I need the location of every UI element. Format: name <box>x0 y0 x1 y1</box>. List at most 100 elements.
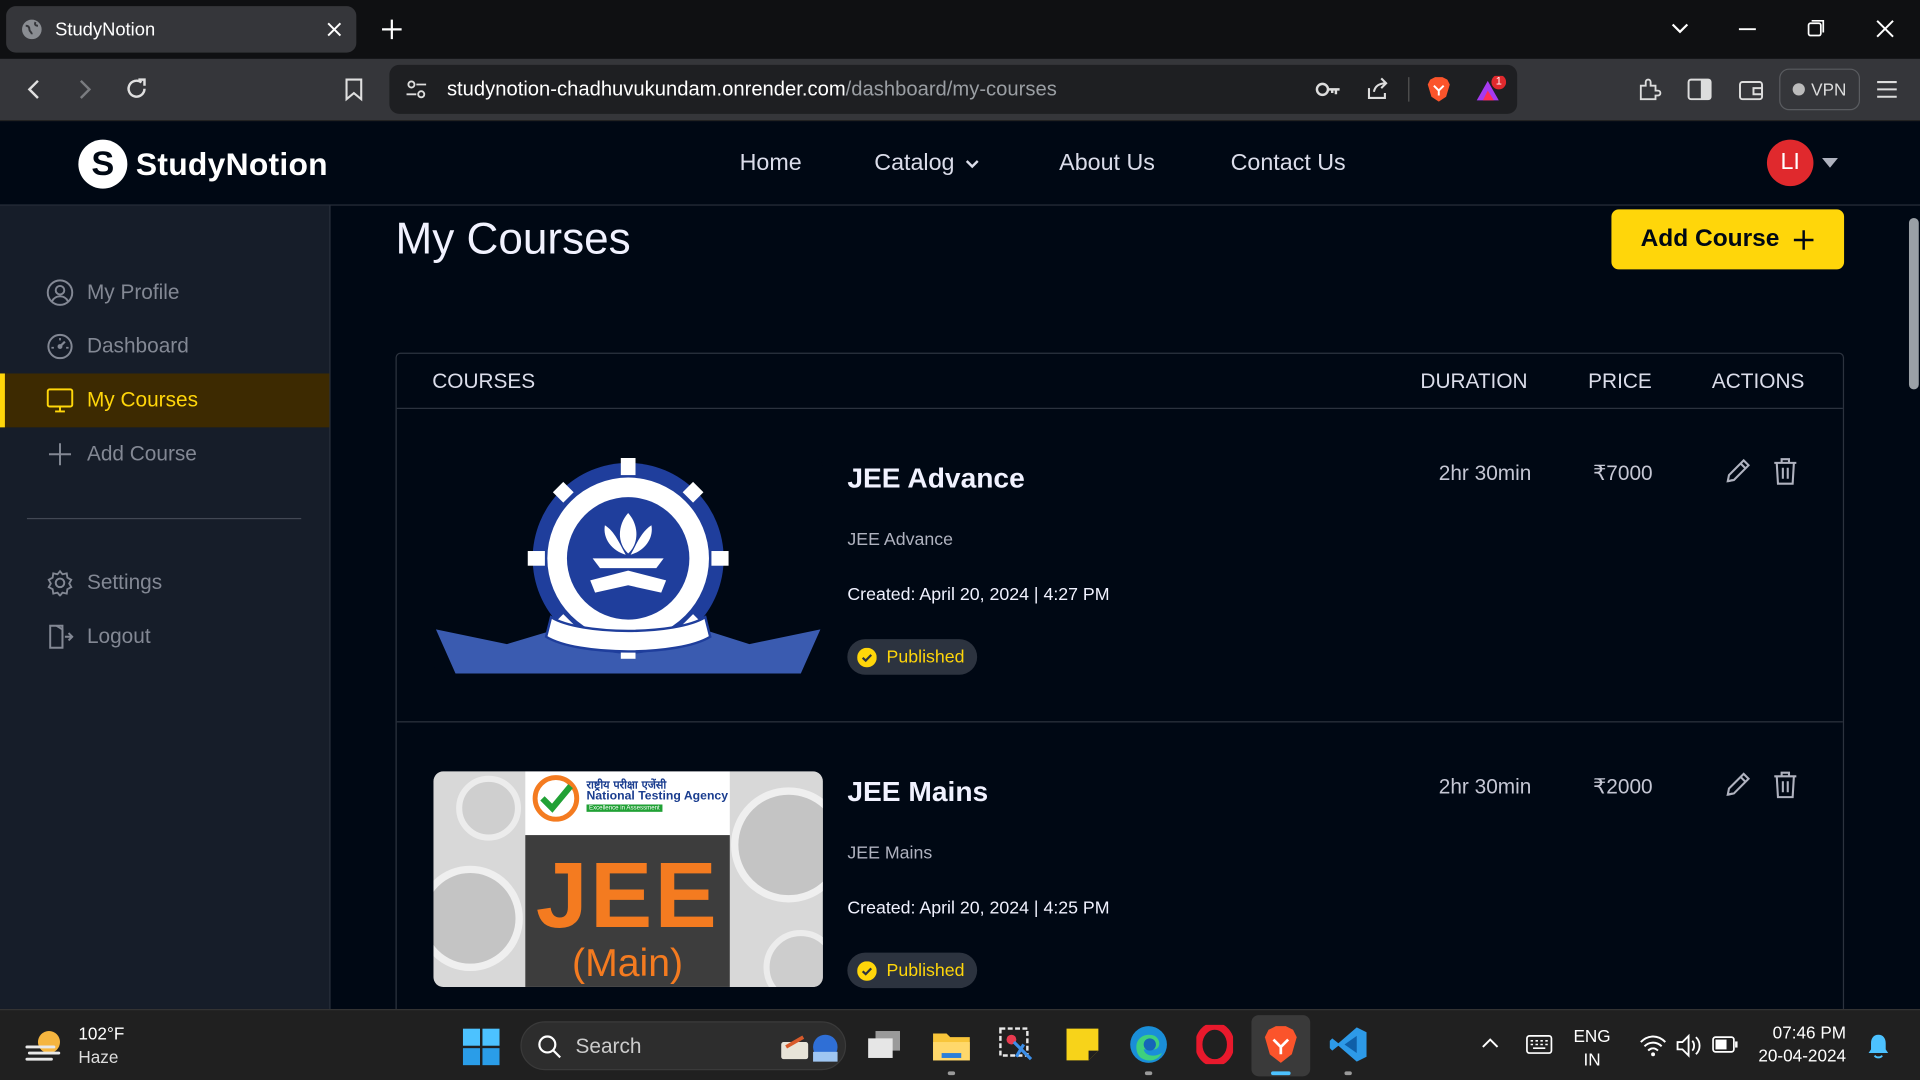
sidebar-item-add-course[interactable]: Add Course <box>0 427 329 481</box>
course-name[interactable]: JEE Advance <box>847 462 1024 495</box>
course-description: JEE Advance <box>847 530 953 550</box>
snipping-tool-icon[interactable] <box>997 1025 1036 1064</box>
close-window-icon[interactable] <box>1876 20 1894 38</box>
sidebar-item-settings[interactable]: Settings <box>0 556 329 610</box>
logout-icon <box>47 623 74 650</box>
chevron-up-icon[interactable] <box>1482 1037 1499 1049</box>
course-description: JEE Mains <box>847 843 933 864</box>
notification-bell-icon[interactable] <box>1866 1032 1890 1059</box>
sidebar-item-my-profile[interactable]: My Profile <box>0 266 329 320</box>
brave-browser-icon <box>1264 1025 1298 1064</box>
brave-rewards-icon[interactable]: 1 <box>1474 74 1507 105</box>
brave-shields-icon[interactable] <box>1427 76 1451 103</box>
clock[interactable]: 07:46 PM 20-04-2024 <box>1758 1021 1846 1068</box>
windows-start-icon[interactable] <box>462 1028 500 1066</box>
vscode-icon[interactable] <box>1329 1025 1368 1064</box>
sidebar-toggle-icon[interactable] <box>1687 78 1712 101</box>
forward-icon[interactable] <box>75 78 95 100</box>
edit-pencil-icon[interactable] <box>1723 770 1752 799</box>
browser-tab[interactable]: StudyNotion <box>6 6 357 53</box>
brave-taskbar-active[interactable] <box>1251 1015 1311 1077</box>
add-course-button[interactable]: Add Course <box>1611 209 1845 270</box>
battery-icon[interactable] <box>1712 1036 1739 1053</box>
keyboard-icon[interactable] <box>1526 1035 1553 1055</box>
menu-icon[interactable] <box>1876 80 1898 100</box>
task-view-icon[interactable] <box>866 1029 903 1061</box>
nav-contact[interactable]: Contact Us <box>1231 151 1346 178</box>
nav-catalog[interactable]: Catalog <box>874 151 979 178</box>
check-circle-icon <box>857 647 877 667</box>
wallet-icon[interactable] <box>1739 78 1764 101</box>
sticky-notes-icon[interactable] <box>1065 1027 1099 1061</box>
avatar[interactable]: LI <box>1766 139 1814 187</box>
new-tab-icon[interactable] <box>381 18 403 40</box>
table-row: JEE Advance JEE Advance Created: April 2… <box>396 409 1843 723</box>
browser-tab-strip: StudyNotion <box>0 0 1920 59</box>
windows-taskbar: 102°F Haze Search ENG IN 07:46 PM 20-04-… <box>0 1008 1920 1080</box>
nav-about[interactable]: About Us <box>1059 151 1155 178</box>
caret-down-icon[interactable] <box>1822 157 1838 168</box>
taskbar-indicator <box>1271 1071 1291 1076</box>
minimize-icon[interactable] <box>1738 28 1756 31</box>
page-scrollbar[interactable] <box>1908 217 1919 390</box>
nta-check-logo-icon <box>531 774 580 823</box>
course-name[interactable]: JEE Mains <box>847 775 988 808</box>
vpn-button[interactable]: VPN <box>1779 68 1860 111</box>
weather-temperature: 102°F <box>78 1023 125 1044</box>
jee-main-panel: JEE (Main) <box>525 835 730 987</box>
sidebar-divider <box>26 517 302 520</box>
sidebar-item-my-courses[interactable]: My Courses <box>0 373 330 428</box>
table-header: COURSES DURATION PRICE ACTIONS <box>396 354 1843 409</box>
trash-icon[interactable] <box>1772 770 1799 799</box>
extensions-icon[interactable] <box>1637 77 1662 101</box>
brand-logo[interactable]: S StudyNotion <box>78 139 328 189</box>
column-header-actions: ACTIONS <box>1711 369 1805 394</box>
wifi-icon[interactable] <box>1640 1035 1667 1057</box>
reload-icon[interactable] <box>124 76 150 102</box>
key-icon[interactable] <box>1315 80 1342 100</box>
share-icon[interactable] <box>1365 77 1389 101</box>
search-label: Search <box>575 1034 642 1058</box>
sidebar-item-logout[interactable]: Logout <box>0 610 329 664</box>
rewards-badge-count: 1 <box>1495 74 1502 87</box>
taskbar-indicator <box>1144 1071 1153 1076</box>
site-settings-icon[interactable] <box>405 80 427 100</box>
course-price: ₹2000 <box>1593 775 1653 799</box>
course-duration: 2hr 30min <box>1438 461 1532 485</box>
language-indicator[interactable]: ENG IN <box>1573 1025 1610 1072</box>
language-code: ENG <box>1573 1026 1611 1046</box>
monitor-icon <box>46 388 74 413</box>
sidebar-item-label: Add Course <box>86 442 197 466</box>
restore-icon[interactable] <box>1807 19 1825 37</box>
user-circle-icon <box>46 279 74 306</box>
chevron-down-icon <box>964 159 979 169</box>
browser-toolbar: studynotion-chadhuvukundam.onrender.com/… <box>0 58 1920 122</box>
tab-search-chevron-icon[interactable] <box>1670 21 1690 36</box>
nta-banner: राष्ट्रीय परीक्षा एजेंसी National Testin… <box>525 771 730 836</box>
nta-name-text: National Testing Agency <box>586 789 729 804</box>
taskbar-search[interactable]: Search <box>520 1021 847 1071</box>
course-duration: 2hr 30min <box>1438 775 1532 799</box>
bookmark-icon[interactable] <box>344 77 364 102</box>
toolbar-divider <box>1408 77 1410 102</box>
url-domain: studynotion-chadhuvukundam.onrender.com <box>446 78 846 101</box>
sidebar-item-dashboard[interactable]: Dashboard <box>0 320 329 374</box>
trash-icon[interactable] <box>1772 457 1799 486</box>
nta-tagline-text: Excellence in Assessment <box>586 804 663 812</box>
edit-pencil-icon[interactable] <box>1723 457 1752 486</box>
close-tab-icon[interactable] <box>327 22 342 37</box>
opera-browser-icon[interactable] <box>1196 1024 1234 1065</box>
nav-home[interactable]: Home <box>740 151 802 178</box>
dashboard-sidebar: My Profile Dashboard My Courses Add Cour… <box>0 205 331 1009</box>
clock-time: 07:46 PM <box>1772 1022 1847 1043</box>
main-content: My Courses Add Course COURSES DURATION P… <box>330 205 1920 1039</box>
file-explorer-icon[interactable] <box>932 1029 971 1063</box>
edge-browser-icon[interactable] <box>1129 1025 1168 1064</box>
back-icon[interactable] <box>24 78 44 100</box>
globe-icon <box>21 18 43 40</box>
courses-table: COURSES DURATION PRICE ACTIONS JEE Advan… <box>395 352 1845 1039</box>
weather-widget[interactable]: 102°F Haze <box>24 1022 124 1069</box>
volume-icon[interactable] <box>1675 1033 1702 1058</box>
address-bar[interactable]: studynotion-chadhuvukundam.onrender.com/… <box>389 64 1518 114</box>
sidebar-item-label: My Courses <box>86 388 198 412</box>
